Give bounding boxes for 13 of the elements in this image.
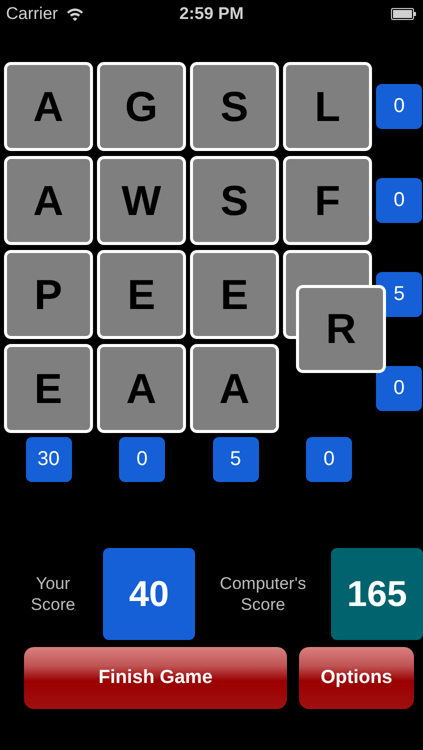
row-score: 0: [376, 178, 422, 223]
score-value: 40: [103, 548, 195, 640]
row-score: 0: [376, 84, 422, 129]
score-label: Your Score: [30, 573, 76, 615]
carrier-label: Carrier: [6, 4, 58, 24]
clock-time: 2:59 PM: [179, 4, 244, 24]
score-value: 165: [331, 548, 423, 640]
column-score: 0: [119, 437, 165, 482]
column-score: 5: [212, 437, 258, 482]
score-label: Computer's Score: [218, 573, 308, 615]
column-score: 0: [306, 437, 352, 482]
row-score: 0: [376, 366, 422, 411]
column-score: 30: [26, 437, 72, 482]
